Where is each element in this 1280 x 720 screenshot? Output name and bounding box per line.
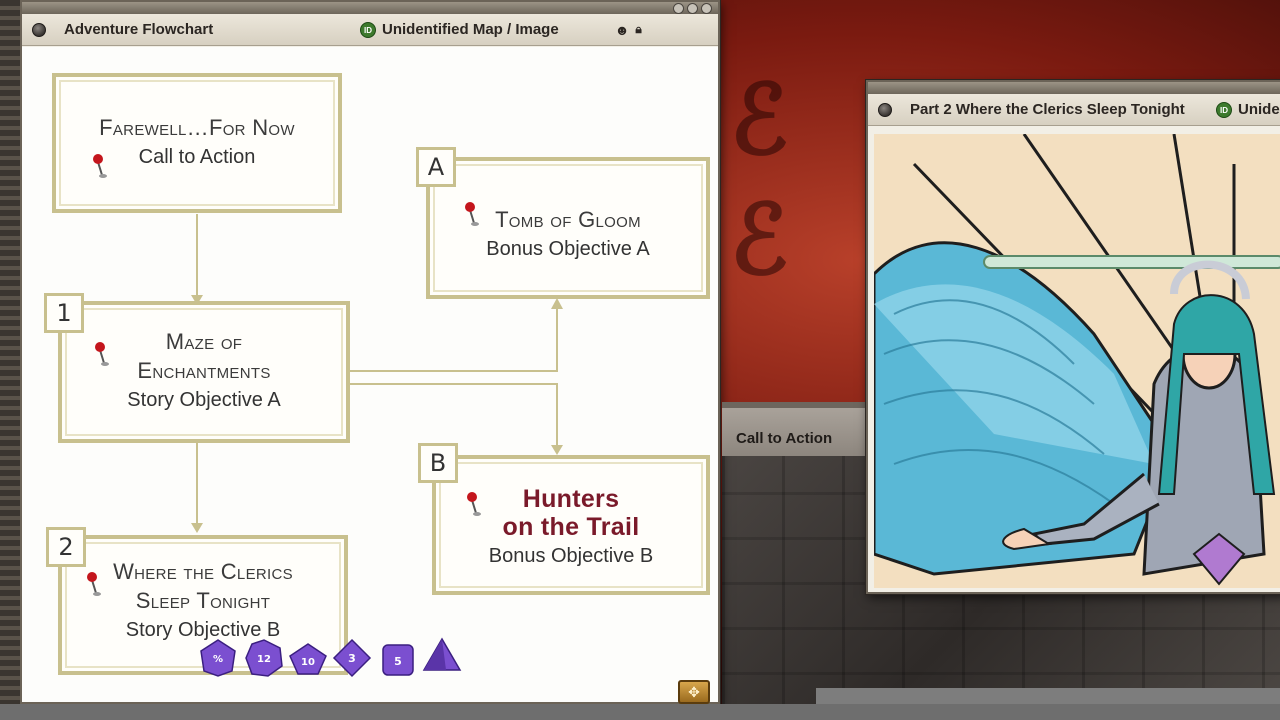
node-title-line1: Where the Clerics xyxy=(113,559,293,584)
node-title: Farewell…For Now xyxy=(99,115,295,140)
cleric-artwork-image xyxy=(874,134,1280,588)
bottom-bar-right xyxy=(816,688,1280,704)
d-percent-die-icon[interactable]: % xyxy=(198,638,238,678)
die-face: 10 xyxy=(301,657,315,668)
stained-glass-angel-illustration xyxy=(874,134,1280,588)
resize-icon[interactable] xyxy=(687,3,698,14)
identified-badge-icon[interactable]: ID xyxy=(1216,101,1232,118)
map-pin-icon[interactable] xyxy=(92,153,108,179)
map-pin-icon[interactable] xyxy=(86,571,102,597)
image-titlebar[interactable]: Part 2 Where the Clerics Sleep Tonight I… xyxy=(868,94,1280,126)
call-to-action-panel[interactable]: Call to Action xyxy=(722,402,868,456)
library-book-icon[interactable]: ✥ xyxy=(678,680,710,704)
arrowhead xyxy=(191,523,203,533)
left-frame-studs xyxy=(0,0,20,720)
node-subtitle: Story Objective A xyxy=(127,389,281,411)
identified-badge-icon[interactable]: ID xyxy=(360,21,376,38)
d12-die-icon[interactable]: 12 xyxy=(244,638,284,678)
close-icon[interactable] xyxy=(701,3,712,14)
help-icon[interactable] xyxy=(673,3,684,14)
window-title: Part 2 Where the Clerics Sleep Tonight xyxy=(910,101,1185,118)
node-maze-of-enchantments[interactable]: Maze of Enchantments Story Objective A xyxy=(58,301,350,443)
node-label-1: 1 xyxy=(44,293,84,333)
d6-die-icon[interactable]: 5 xyxy=(378,640,418,680)
bottom-bar xyxy=(0,704,1280,720)
mask-icon[interactable]: ☻ xyxy=(615,22,630,38)
window-menu-knob[interactable] xyxy=(32,22,46,37)
flowchart-titlebar[interactable]: Adventure Flowchart ID Unidentified Map … xyxy=(22,14,718,46)
lock-icon[interactable]: 🔒︎ xyxy=(635,22,641,37)
map-pin-icon[interactable] xyxy=(466,491,482,517)
node-label-a: A xyxy=(416,147,456,187)
die-face: % xyxy=(213,654,223,665)
node-label-b: B xyxy=(418,443,458,483)
node-hunters-on-the-trail[interactable]: Hunters on the Trail Bonus Objective B xyxy=(432,455,710,595)
node-label-2: 2 xyxy=(46,527,86,567)
die-face: 3 xyxy=(348,652,356,665)
flowchart-canvas: Farewell…For Now Call to Action Maze of … xyxy=(22,47,718,702)
adventure-flowchart-window[interactable]: Adventure Flowchart ID Unidentified Map … xyxy=(20,0,720,704)
node-title-line2: on the Trail xyxy=(502,513,640,541)
d4-die-icon[interactable] xyxy=(422,636,462,676)
die-face: 12 xyxy=(257,654,271,665)
connector-maze-hunters xyxy=(348,383,558,449)
die-face: 5 xyxy=(394,655,402,668)
window-title: Adventure Flowchart xyxy=(64,21,214,38)
node-tomb-of-gloom[interactable]: Tomb of Gloom Bonus Objective A xyxy=(426,157,710,299)
d8-die-icon[interactable]: 3 xyxy=(332,638,372,678)
map-pin-icon[interactable] xyxy=(94,341,110,367)
d10-die-icon[interactable]: 10 xyxy=(288,640,328,680)
node-subtitle: Bonus Objective A xyxy=(486,238,650,260)
arrowhead xyxy=(551,298,563,309)
node-subtitle: Bonus Objective B xyxy=(488,545,654,567)
window-menu-knob[interactable] xyxy=(878,102,892,117)
window-top-rim xyxy=(22,2,718,14)
link-title[interactable]: Unide xyxy=(1238,101,1280,118)
connector-maze-tomb xyxy=(348,303,558,372)
node-farewell[interactable]: Farewell…For Now Call to Action xyxy=(52,73,342,213)
node-title-line2: Sleep Tonight xyxy=(135,588,271,613)
panel-title: Call to Action xyxy=(736,430,833,447)
background-art: ℰℰ xyxy=(730,63,788,296)
image-window[interactable]: Part 2 Where the Clerics Sleep Tonight I… xyxy=(866,80,1280,594)
map-pin-icon[interactable] xyxy=(464,201,480,227)
window-top-rim xyxy=(868,82,1280,94)
link-title[interactable]: Unidentified Map / Image xyxy=(382,21,559,38)
arrowhead xyxy=(551,445,563,455)
